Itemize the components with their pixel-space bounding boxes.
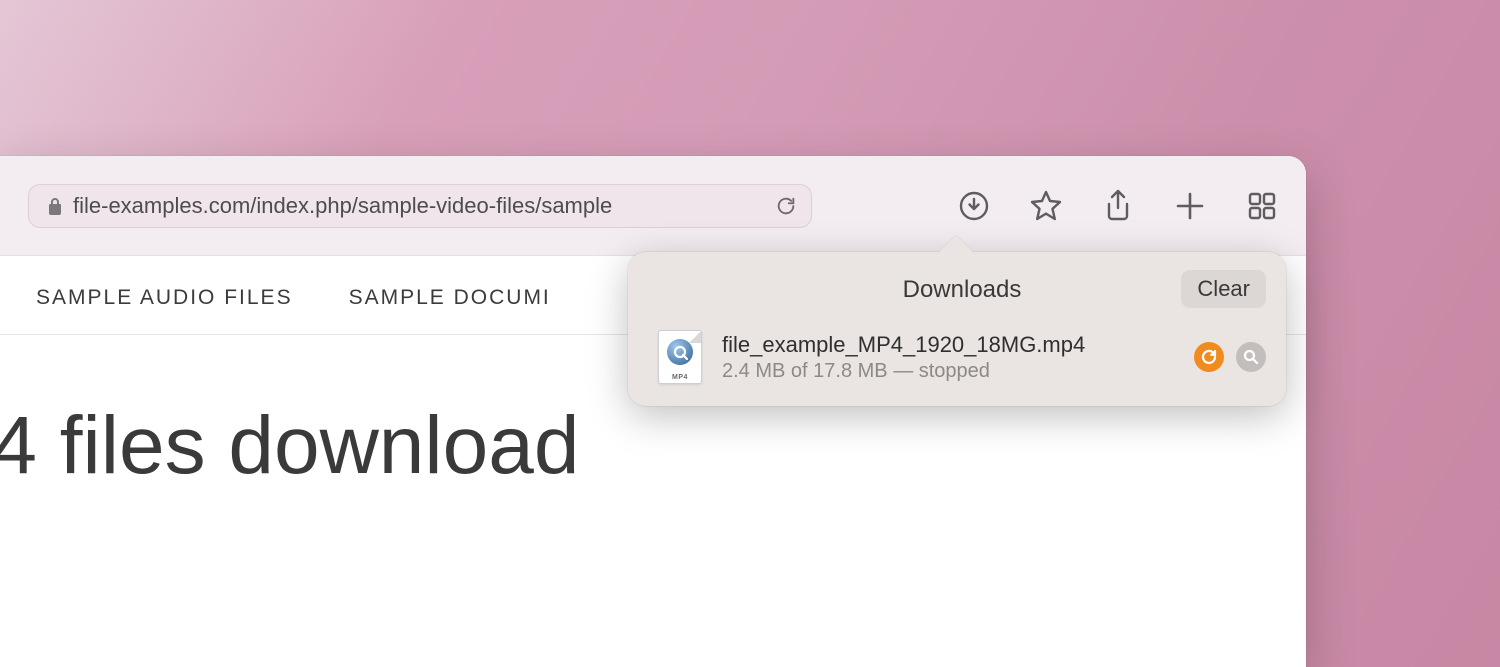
tab-overview-icon[interactable] xyxy=(1244,188,1280,224)
download-text: file_example_MP4_1920_18MG.mp4 2.4 MB of… xyxy=(722,332,1174,383)
reveal-in-finder-button[interactable] xyxy=(1236,342,1266,372)
download-item[interactable]: MP4 file_example_MP4_1920_18MG.mp4 2.4 M… xyxy=(658,330,1266,384)
bookmark-star-icon[interactable] xyxy=(1028,188,1064,224)
file-extension-badge: MP4 xyxy=(672,374,688,381)
download-filename: file_example_MP4_1920_18MG.mp4 xyxy=(722,332,1174,358)
nav-item-documents[interactable]: SAMPLE DOCUMI xyxy=(349,286,551,310)
browser-toolbar: file-examples.com/index.php/sample-video… xyxy=(0,156,1306,256)
popover-header: Downloads Clear xyxy=(658,272,1266,308)
clear-button[interactable]: Clear xyxy=(1181,270,1266,308)
new-tab-plus-icon[interactable] xyxy=(1172,188,1208,224)
address-bar[interactable]: file-examples.com/index.php/sample-video… xyxy=(28,184,812,228)
download-status: 2.4 MB of 17.8 MB — stopped xyxy=(722,360,1174,383)
file-type-icon: MP4 xyxy=(658,330,702,384)
downloads-popover: Downloads Clear MP4 file_example_MP4_192… xyxy=(628,252,1286,406)
quicktime-icon xyxy=(667,339,693,365)
url-text: file-examples.com/index.php/sample-video… xyxy=(73,193,775,219)
browser-window: file-examples.com/index.php/sample-video… xyxy=(0,156,1306,667)
share-icon[interactable] xyxy=(1100,188,1136,224)
retry-download-button[interactable] xyxy=(1194,342,1224,372)
nav-item-audio[interactable]: SAMPLE AUDIO FILES xyxy=(36,286,293,310)
download-actions xyxy=(1194,342,1266,372)
popover-title: Downloads xyxy=(903,276,1022,304)
reload-icon[interactable] xyxy=(775,195,797,217)
lock-icon xyxy=(47,196,63,216)
downloads-icon[interactable] xyxy=(956,188,992,224)
toolbar-actions xyxy=(956,180,1280,232)
